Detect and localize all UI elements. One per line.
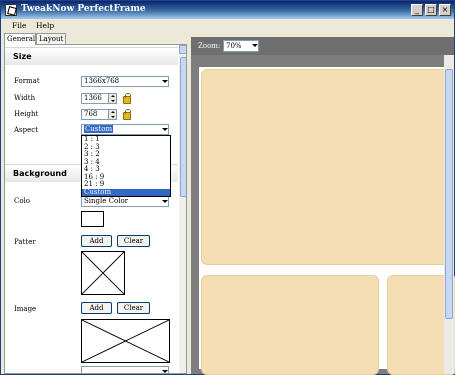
image-placeholder-image[interactable]: [81, 319, 170, 363]
format-label: Format: [14, 77, 40, 85]
aspect-dropdown-list[interactable]: 1 : 1 2 : 3 3 : 2 3 : 4 4 : 3 16 : 9 21 …: [81, 135, 171, 197]
height-label: Height: [14, 110, 39, 118]
image-add-button[interactable]: Add: [81, 302, 112, 314]
color-mode-value: Single Color: [84, 197, 128, 205]
chevron-down-icon[interactable]: [158, 125, 168, 134]
aspect-value: Custom: [84, 125, 114, 133]
width-spinner[interactable]: [108, 93, 117, 104]
height-value: 768: [84, 110, 98, 118]
format-value: 1366x768: [84, 77, 120, 85]
image-mode-select[interactable]: [81, 366, 169, 373]
frame-cell-bottom-left[interactable]: [201, 275, 379, 375]
lock-icon[interactable]: [123, 109, 131, 120]
size-section-header[interactable]: Size: [5, 47, 178, 65]
settings-scrollbar[interactable]: [179, 45, 186, 373]
aspect-option-selected[interactable]: Custom: [82, 188, 170, 196]
title-bar[interactable]: TweakNow PerfectFrame _ □ ×: [1, 1, 454, 19]
lock-icon[interactable]: [123, 93, 131, 104]
width-value: 1366: [84, 94, 102, 102]
scroll-up-arrow[interactable]: [179, 45, 186, 54]
chevron-down-icon[interactable]: [158, 197, 168, 206]
pattern-add-button[interactable]: Add: [81, 235, 112, 247]
menu-file[interactable]: File: [12, 21, 26, 30]
tab-layout[interactable]: Layout: [36, 33, 66, 44]
maximize-button[interactable]: □: [425, 4, 437, 16]
menu-bar: File Help: [1, 19, 454, 32]
aspect-select[interactable]: Custom: [81, 124, 169, 135]
window-title: TweakNow PerfectFrame: [21, 4, 146, 14]
chevron-down-icon[interactable]: [158, 77, 168, 86]
zoom-value: 70%: [226, 42, 242, 50]
pattern-placeholder-image[interactable]: [81, 251, 125, 295]
pattern-clear-button[interactable]: Clear: [117, 235, 150, 247]
aspect-label: Aspect: [14, 126, 39, 134]
scrollbar-thumb[interactable]: [180, 57, 186, 197]
color-mode-select[interactable]: Single Color: [81, 196, 169, 207]
preview-scrollbar[interactable]: [444, 55, 454, 374]
height-input[interactable]: 768: [81, 109, 109, 120]
settings-panel: Size Format 1366x768 Width 1366 Height 7…: [4, 44, 187, 374]
size-section-title: Size: [13, 52, 32, 61]
zoom-toolbar: Zoom: 70%: [191, 37, 454, 55]
frame-cell-top[interactable]: [201, 69, 451, 265]
width-input[interactable]: 1366: [81, 93, 109, 104]
preview-panel: Zoom: 70%: [191, 37, 455, 375]
preview-canvas[interactable]: [199, 67, 455, 375]
scrollbar-thumb[interactable]: [445, 69, 453, 319]
zoom-select[interactable]: 70%: [223, 40, 259, 52]
chevron-down-icon[interactable]: [248, 41, 258, 50]
zoom-label: Zoom:: [198, 42, 221, 50]
app-window: TweakNow PerfectFrame _ □ × File Help Ge…: [0, 0, 455, 375]
color-label: Colo: [14, 197, 31, 205]
image-label: Image: [14, 305, 37, 313]
tab-general[interactable]: General: [4, 33, 36, 45]
height-spinner[interactable]: [108, 109, 117, 120]
minimize-button[interactable]: _: [411, 4, 423, 16]
menu-help[interactable]: Help: [36, 21, 54, 30]
app-icon: [5, 4, 17, 16]
format-select[interactable]: 1366x768: [81, 76, 169, 87]
close-button[interactable]: ×: [439, 4, 451, 16]
image-clear-button[interactable]: Clear: [117, 302, 150, 314]
color-swatch[interactable]: [81, 211, 104, 227]
width-label: Width: [14, 94, 36, 102]
background-section-title: Background: [13, 169, 67, 178]
pattern-label: Patter: [14, 238, 36, 246]
chevron-down-icon[interactable]: [158, 367, 168, 373]
